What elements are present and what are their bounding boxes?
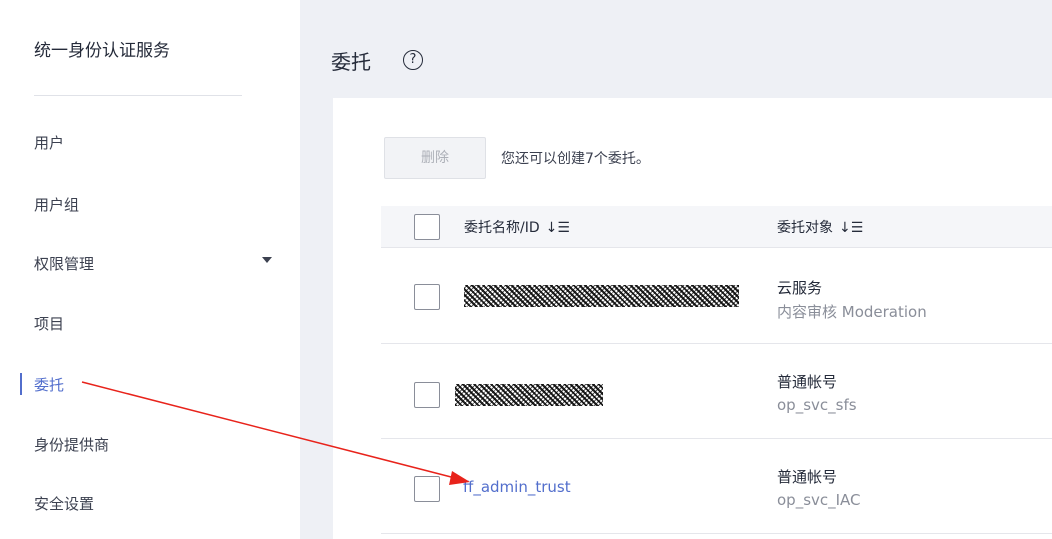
column-header-name[interactable]: 委托名称/ID ↓☰: [464, 217, 570, 237]
column-header-name-label: 委托名称/ID: [464, 220, 540, 236]
sidebar-item-identity-providers[interactable]: 身份提供商: [34, 434, 109, 455]
select-all-checkbox[interactable]: [414, 214, 440, 240]
table-header: 委托名称/ID ↓☰ 委托对象 ↓☰: [381, 206, 1052, 248]
row-checkbox[interactable]: [414, 284, 440, 310]
redacted-name: [455, 384, 603, 406]
sidebar-item-projects[interactable]: 项目: [34, 313, 64, 334]
agency-panel: 删除 您还可以创建7个委托。 委托名称/ID ↓☰ 委托对象 ↓☰ 云服务 内容审核…: [333, 98, 1052, 539]
redacted-name: [464, 285, 739, 307]
row-object-detail: op_svc_sfs: [777, 396, 857, 414]
caret-down-icon[interactable]: [262, 257, 272, 263]
row-object: 普通帐号: [777, 373, 838, 391]
sidebar-divider: [34, 95, 242, 96]
delete-button[interactable]: 删除: [384, 137, 486, 179]
row-checkbox[interactable]: [414, 382, 440, 408]
question-circle-icon[interactable]: ?: [403, 50, 423, 70]
sidebar-item-security-settings[interactable]: 安全设置: [34, 493, 94, 514]
quota-text: 您还可以创建7个委托。: [501, 151, 650, 167]
sort-icon[interactable]: ↓☰: [839, 220, 863, 236]
row-object: 云服务: [777, 279, 823, 297]
row-object: 普通帐号: [777, 468, 838, 486]
page-title: 委托: [331, 50, 371, 74]
sidebar-title: 统一身份认证服务: [34, 41, 170, 61]
row-object-detail: 内容审核 Moderation: [777, 303, 927, 321]
sidebar: 统一身份认证服务 用户 用户组 权限管理 项目 委托 身份提供商 安全设置: [0, 0, 300, 539]
column-header-object-label: 委托对象: [777, 220, 833, 236]
sidebar-item-agencies[interactable]: 委托: [34, 374, 64, 395]
column-header-object[interactable]: 委托对象 ↓☰: [777, 217, 863, 237]
main-content: 委托 ? 删除 您还可以创建7个委托。 委托名称/ID ↓☰ 委托对象 ↓☰ 云服务…: [300, 0, 1052, 539]
table-row: 普通帐号 op_svc_sfs: [381, 344, 1052, 439]
table-row: ff_admin_trust 普通帐号 op_svc_IAC: [381, 439, 1052, 534]
sidebar-item-permissions[interactable]: 权限管理: [34, 253, 94, 274]
sidebar-item-user-groups[interactable]: 用户组: [34, 194, 79, 215]
row-checkbox[interactable]: [414, 476, 440, 502]
sidebar-active-indicator: [20, 373, 22, 395]
agency-name-link[interactable]: ff_admin_trust: [463, 478, 571, 496]
table-row: 云服务 内容审核 Moderation: [381, 249, 1052, 344]
sort-icon[interactable]: ↓☰: [546, 220, 570, 236]
sidebar-item-users[interactable]: 用户: [34, 132, 64, 153]
row-object-detail: op_svc_IAC: [777, 491, 861, 509]
